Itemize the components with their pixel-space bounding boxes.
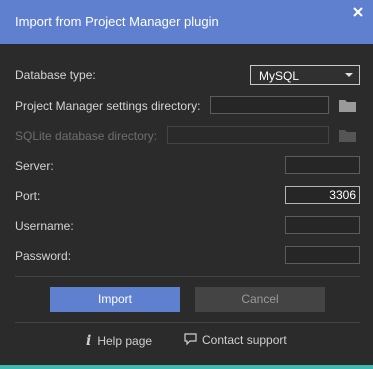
- dialog-title: Import from Project Manager plugin: [15, 14, 219, 29]
- info-icon: i: [86, 333, 92, 349]
- folder-icon[interactable]: [339, 99, 356, 112]
- cancel-button[interactable]: Cancel: [195, 287, 325, 312]
- chat-bubble-icon: [184, 333, 197, 346]
- import-button[interactable]: Import: [50, 287, 180, 312]
- port-label: Port:: [15, 189, 41, 203]
- bottom-accent-bar: [0, 365, 373, 369]
- pm-settings-dir-label: Project Manager settings directory:: [15, 99, 201, 113]
- dialog-titlebar: Import from Project Manager plugin: [0, 0, 373, 44]
- username-input[interactable]: [285, 216, 360, 234]
- pm-settings-dir-input[interactable]: [210, 96, 329, 114]
- database-type-label: Database type:: [15, 68, 96, 82]
- close-icon[interactable]: [351, 5, 365, 19]
- help-page-label: Help page: [97, 334, 153, 348]
- chevron-down-icon: [345, 73, 353, 77]
- contact-support-link[interactable]: Contact support: [184, 333, 287, 347]
- server-input[interactable]: [285, 156, 360, 174]
- server-label: Server:: [15, 159, 54, 173]
- divider: [15, 322, 360, 323]
- database-type-select[interactable]: MySQL: [250, 65, 360, 85]
- help-page-link[interactable]: i Help page: [86, 333, 152, 349]
- password-label: Password:: [15, 249, 72, 263]
- username-label: Username:: [15, 219, 74, 233]
- folder-icon: [339, 130, 356, 142]
- divider: [15, 276, 360, 277]
- sqlite-dir-label: SQLite database directory:: [15, 129, 158, 143]
- port-input[interactable]: [285, 186, 360, 204]
- contact-support-label: Contact support: [202, 333, 287, 347]
- sqlite-dir-input: [167, 126, 329, 144]
- database-type-value: MySQL: [259, 69, 300, 83]
- password-input[interactable]: [285, 246, 360, 264]
